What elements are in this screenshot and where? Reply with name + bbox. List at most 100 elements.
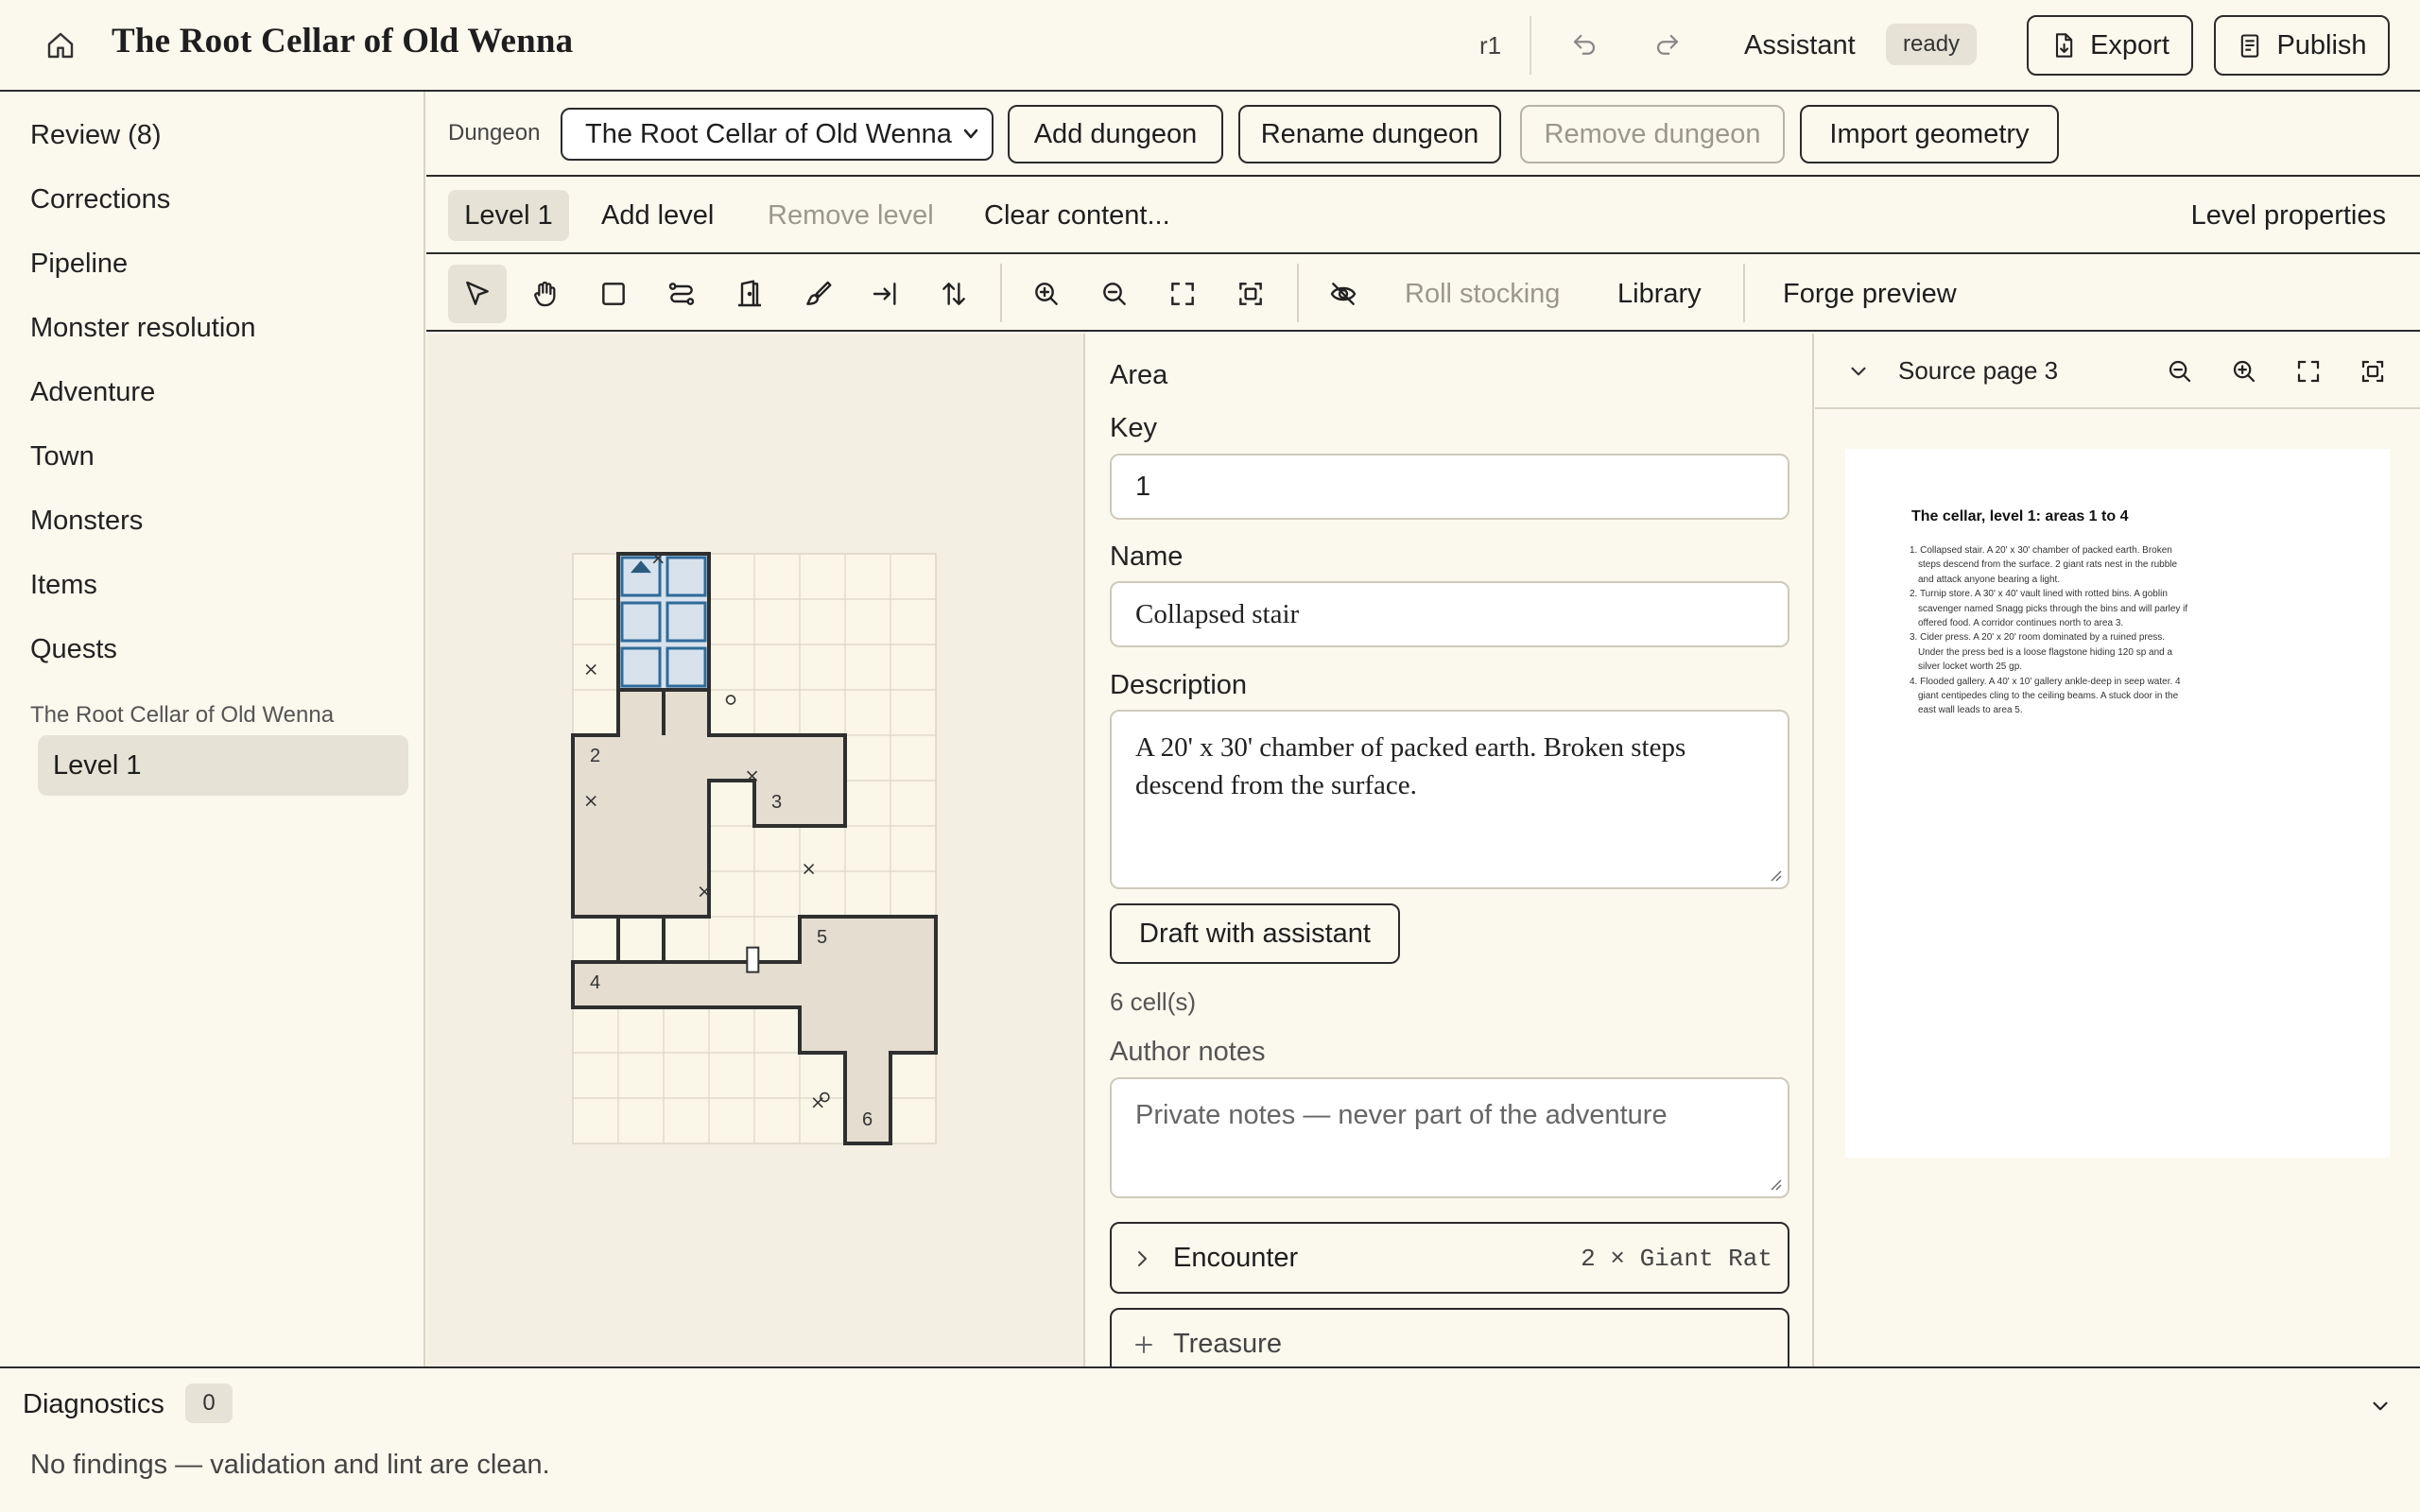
select-tool[interactable] xyxy=(448,265,507,323)
sidebar-item-corrections[interactable]: Corrections xyxy=(30,184,170,215)
corridor-gap xyxy=(616,919,666,960)
sidebar-item-quests[interactable]: Quests xyxy=(30,634,117,665)
selected-area-1[interactable] xyxy=(616,552,711,692)
fit-selection-button[interactable] xyxy=(1221,265,1280,323)
assistant-status-badge: ready xyxy=(1886,24,1978,65)
entrance-tool[interactable] xyxy=(856,265,915,323)
room-label-2[interactable]: 2 xyxy=(590,746,600,766)
tool-separator xyxy=(1000,264,1002,322)
dungeon-select-value: The Root Cellar of Old Wenna xyxy=(585,119,952,149)
chevron-down-icon xyxy=(1851,367,1866,376)
key-label: Key xyxy=(1110,413,1157,443)
forge-preview-button[interactable]: Forge preview xyxy=(1783,265,1957,323)
divider xyxy=(1530,16,1531,75)
library-button[interactable]: Library xyxy=(1617,265,1702,323)
door-icon xyxy=(738,280,761,307)
description-label: Description xyxy=(1110,670,1248,700)
export-label: Export xyxy=(2090,29,2169,60)
import-geometry-button[interactable]: Import geometry xyxy=(1800,105,2059,163)
undo-button[interactable] xyxy=(1565,26,1603,64)
diagnostics-toggle-button[interactable] xyxy=(2363,1389,2397,1423)
source-page-heading: The cellar, level 1: areas 1 to 4 xyxy=(1911,508,2129,524)
level-properties-button[interactable]: Level properties xyxy=(2191,190,2386,241)
paint-tool[interactable] xyxy=(788,265,847,323)
tool-separator xyxy=(1743,264,1745,322)
source-line: 4. Flooded gallery. A 40' x 10' gallery … xyxy=(1910,676,2181,716)
export-icon xyxy=(2056,33,2073,58)
remove-level-button[interactable]: Remove level xyxy=(768,190,934,241)
diagnostics-panel: Diagnostics 0 No findings — validation a… xyxy=(0,1366,2420,1512)
author-notes-textarea[interactable]: Private notes — never part of the advent… xyxy=(1110,1077,1789,1198)
source-fit-selection-button[interactable] xyxy=(2354,352,2392,390)
corridor-tool[interactable] xyxy=(652,265,711,323)
cell-count: 6 cell(s) xyxy=(1110,988,1197,1016)
sidebar-item-review[interactable]: Review (8) xyxy=(30,120,162,151)
export-button[interactable]: Export xyxy=(2027,15,2193,76)
draft-with-assistant-button[interactable]: Draft with assistant xyxy=(1110,903,1400,964)
fit-view-button[interactable] xyxy=(1153,265,1212,323)
sidebar-item-pipeline[interactable]: Pipeline xyxy=(30,249,128,280)
tab-level-1[interactable]: Level 1 xyxy=(448,190,569,241)
redo-button[interactable] xyxy=(1649,26,1686,64)
publish-button[interactable]: Publish xyxy=(2214,15,2390,76)
source-panel: Source page 3 The cellar, level 1: areas… xyxy=(1815,334,2420,1366)
author-notes-placeholder: Private notes — never part of the advent… xyxy=(1135,1100,1668,1130)
rename-dungeon-button[interactable]: Rename dungeon xyxy=(1238,105,1501,163)
fit-icon xyxy=(1171,283,1194,305)
treasure-label: Treasure xyxy=(1173,1329,1282,1359)
sidebar-item-items[interactable]: Items xyxy=(30,570,97,601)
add-dungeon-button[interactable]: Add dungeon xyxy=(1008,105,1223,163)
room-label-4[interactable]: 4 xyxy=(590,972,600,993)
pan-tool[interactable] xyxy=(516,265,575,323)
resize-grip-icon[interactable] xyxy=(1769,1177,1782,1191)
dungeon-select[interactable]: The Root Cellar of Old Wenna xyxy=(561,108,994,161)
chevron-down-icon xyxy=(2373,1401,2388,1411)
sidebar-item-town[interactable]: Town xyxy=(30,441,95,472)
remove-dungeon-button[interactable]: Remove dungeon xyxy=(1520,105,1785,163)
stairs-tool[interactable] xyxy=(925,265,983,323)
map-canvas[interactable]: 2 3 4 5 6 xyxy=(426,334,1085,1366)
redo-icon xyxy=(1656,34,1679,55)
hide-overlay-button[interactable] xyxy=(1314,265,1373,323)
diagnostics-message: No findings — validation and lint are cl… xyxy=(30,1450,550,1480)
room-tool[interactable] xyxy=(584,265,643,323)
room-label-3[interactable]: 3 xyxy=(771,792,782,813)
roll-stocking-button[interactable]: Roll stocking xyxy=(1405,265,1560,323)
zoom-out-button[interactable] xyxy=(1085,265,1144,323)
pan-hand-icon xyxy=(534,281,556,307)
source-line: 1. Collapsed stair. A 20' x 30' chamber … xyxy=(1910,545,2178,585)
corridor-icon xyxy=(668,283,695,305)
sidebar-item-level-1[interactable]: Level 1 xyxy=(38,735,408,796)
source-zoom-out-button[interactable] xyxy=(2161,352,2199,390)
sidebar-item-monsters[interactable]: Monsters xyxy=(30,506,143,537)
select-arrow-icon xyxy=(466,281,489,305)
source-page-image[interactable]: The cellar, level 1: areas 1 to 4 1. Col… xyxy=(1845,449,2390,1158)
name-input[interactable]: Collapsed stair xyxy=(1110,581,1789,647)
app-title: The Root Cellar of Old Wenna xyxy=(112,22,574,60)
source-zoom-in-button[interactable] xyxy=(2225,352,2263,390)
sidebar-item-adventure[interactable]: Adventure xyxy=(30,377,155,408)
source-header: Source page 3 xyxy=(1815,334,2420,409)
clear-content-button[interactable]: Clear content... xyxy=(984,190,1170,241)
sidebar-item-monster-resolution[interactable]: Monster resolution xyxy=(30,313,256,344)
collapse-source-button[interactable] xyxy=(1840,352,1877,390)
zoom-in-button[interactable] xyxy=(1017,265,1076,323)
treasure-section[interactable]: Treasure xyxy=(1110,1308,1789,1366)
stairs-icon xyxy=(942,283,965,305)
encounter-summary: 2 × Giant Rat xyxy=(1581,1245,1772,1273)
dungeon-map[interactable]: 2 3 4 5 6 xyxy=(426,334,1085,1366)
tool-bar: Roll stocking Library Forge preview xyxy=(426,254,2420,332)
home-button[interactable] xyxy=(42,28,79,62)
description-textarea[interactable]: A 20' x 30' chamber of packed earth. Bro… xyxy=(1110,710,1789,889)
room-label-5[interactable]: 5 xyxy=(817,927,827,948)
door-tool[interactable] xyxy=(720,265,779,323)
key-input[interactable]: 1 xyxy=(1110,454,1789,520)
resize-grip-icon[interactable] xyxy=(1769,868,1782,882)
zoom-out-icon xyxy=(1103,283,1126,305)
source-fit-button[interactable] xyxy=(2290,352,2327,390)
encounter-label: Encounter xyxy=(1173,1243,1299,1273)
add-level-button[interactable]: Add level xyxy=(601,190,714,241)
diagnostics-count-badge: 0 xyxy=(185,1383,233,1423)
room-label-6[interactable]: 6 xyxy=(862,1109,873,1130)
encounter-section[interactable]: Encounter 2 × Giant Rat xyxy=(1110,1222,1789,1294)
